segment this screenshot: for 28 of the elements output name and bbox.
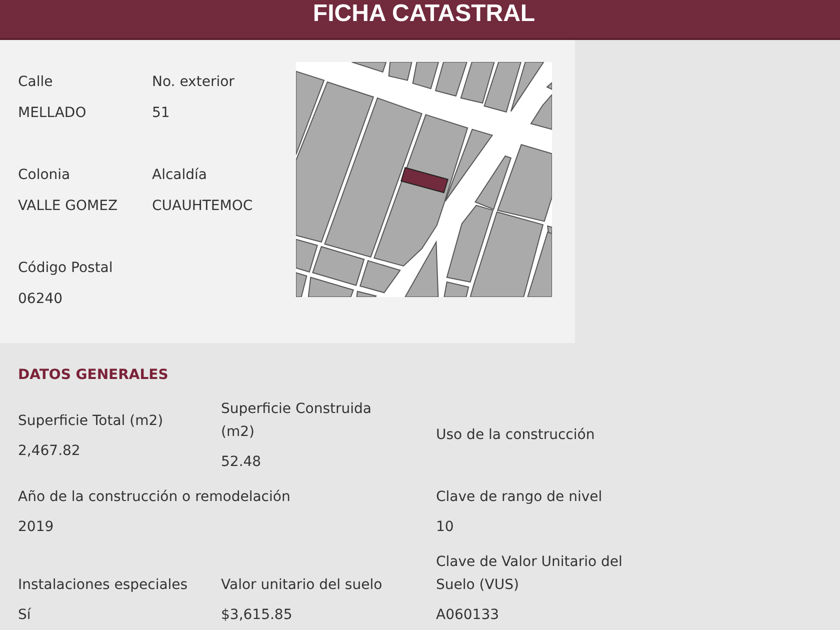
field-label: Año de la construcción o remodelación: [18, 488, 290, 507]
field-value: MELLADO: [18, 104, 86, 123]
field-label: Instalaciones especiales: [18, 576, 188, 595]
field-label: Uso de la construcción: [436, 426, 595, 444]
field-value: 51: [152, 104, 170, 123]
field-value: VALLE GOMEZ: [18, 197, 118, 216]
field-label: Clave de Valor Unitario del Suelo (VUS): [436, 553, 624, 595]
field-value: 10: [436, 518, 454, 537]
field-label: No. exterior: [152, 73, 234, 92]
field-value: 52.48: [221, 453, 262, 472]
field-value: 06240: [18, 290, 63, 309]
field-label: Superficie Construida (m2): [221, 400, 372, 442]
field-value: 2019: [18, 518, 54, 537]
field-label: Calle: [18, 73, 53, 92]
section-heading: DATOS GENERALES: [18, 366, 168, 385]
page-title: FICHA CATASTRAL: [312, 0, 536, 27]
field-label: Alcaldía: [152, 166, 207, 185]
field-label: Superficie Total (m2): [18, 412, 164, 430]
field-value: Sí: [18, 606, 31, 625]
field-value: CUAUHTEMOC: [152, 197, 253, 216]
field-label: Colonia: [18, 166, 70, 185]
field-label: Clave de rango de nivel: [436, 488, 602, 507]
field-value: A060133: [436, 606, 500, 625]
field-value: $3,615.85: [221, 606, 292, 625]
highlighted-parcel: [400, 167, 448, 194]
field-label: Valor unitario del suelo: [221, 576, 382, 595]
field-value: 2,467.82: [18, 442, 80, 460]
field-label: Código Postal: [18, 259, 113, 278]
